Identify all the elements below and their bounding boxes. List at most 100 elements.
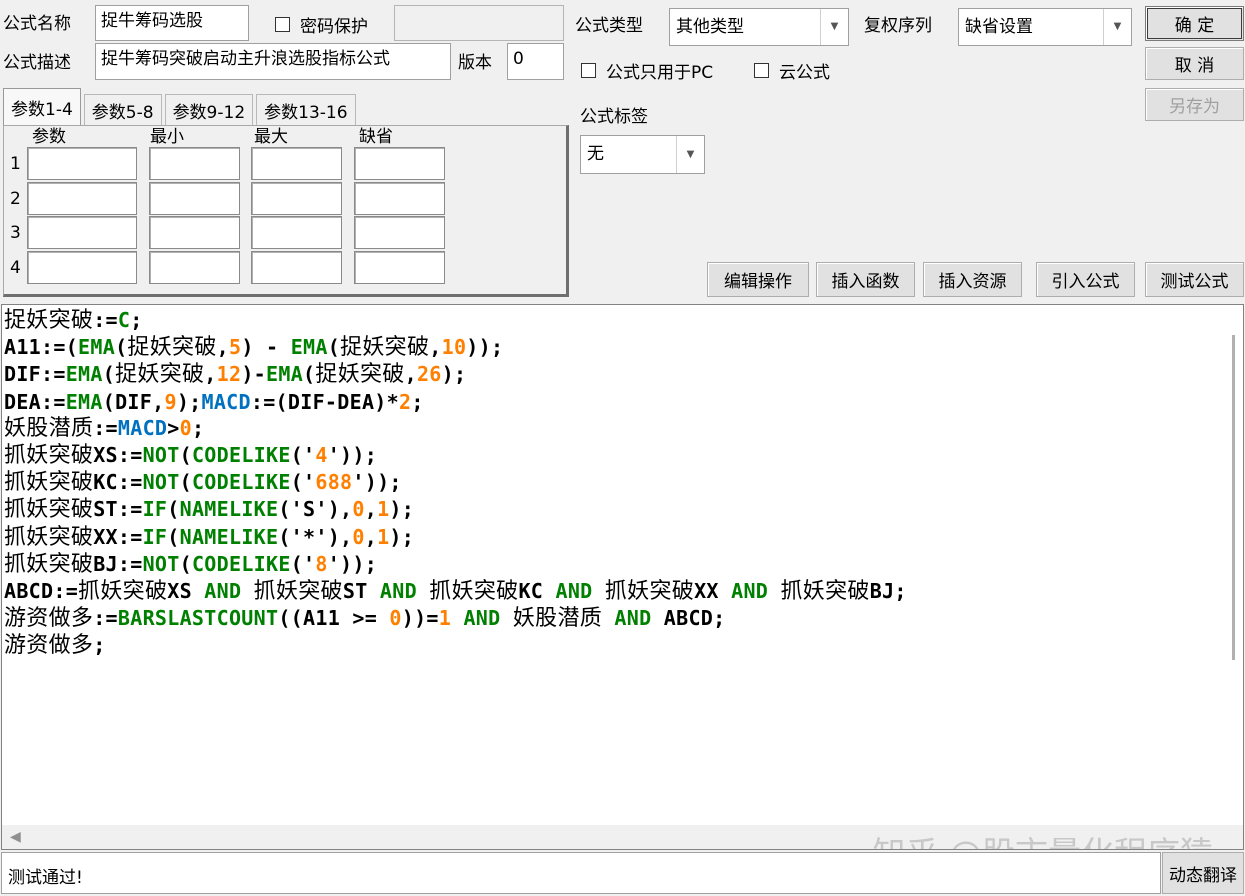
- code-token: CODELIKE: [191, 443, 291, 468]
- param-row-number: 1: [10, 154, 21, 174]
- code-token: 688: [315, 470, 353, 495]
- code-token: 捉妖突破: [4, 308, 94, 333]
- code-token: :=: [93, 308, 118, 332]
- chevron-down-icon[interactable]: ▼: [820, 9, 848, 45]
- code-line[interactable]: A11:=(EMA(捉妖突破,5) - EMA(捉妖突破,10));: [4, 334, 907, 361]
- vertical-scrollbar[interactable]: [1225, 305, 1243, 825]
- code-line[interactable]: 游资做多:=BARSLASTCOUNT((A11 >= 0))=1 AND 妖股…: [4, 605, 907, 632]
- code-token: (': [290, 470, 316, 495]
- tab-params-13-16[interactable]: 参数13-16: [256, 94, 356, 126]
- password-checkbox[interactable]: 密码保护: [275, 12, 368, 37]
- code-token: ,: [429, 335, 442, 360]
- code-line[interactable]: 妖股潜质:=MACD>0;: [4, 415, 907, 442]
- scrollbar-thumb[interactable]: [1232, 335, 1235, 660]
- cloud-formula-checkbox[interactable]: 云公式: [754, 58, 830, 83]
- pc-only-checkbox[interactable]: 公式只用于PC: [581, 58, 713, 83]
- code-line[interactable]: ABCD:=抓妖突破XS AND 抓妖突破ST AND 抓妖突破KC AND 抓…: [4, 578, 907, 605]
- param-max-cell[interactable]: [251, 182, 342, 215]
- import-formula-button[interactable]: 引入公式: [1036, 262, 1135, 297]
- tab-params-5-8[interactable]: 参数5-8: [83, 94, 162, 126]
- insert-resource-button[interactable]: 插入资源: [923, 262, 1022, 297]
- edit-ops-button[interactable]: 编辑操作: [707, 262, 809, 297]
- formula-name-input[interactable]: 捉牛筹码选股: [95, 5, 249, 41]
- code-token: XS:=: [93, 443, 143, 468]
- code-token: 1: [438, 606, 452, 631]
- chevron-down-icon[interactable]: ▼: [1103, 9, 1131, 45]
- code-token: :=(DIF-DEA)*: [250, 389, 399, 414]
- code-line[interactable]: DIF:=EMA(捉妖突破,12)-EMA(捉妖突破,26);: [4, 361, 907, 388]
- code-line[interactable]: 抓妖突破XX:=IF(NAMELIKE('*'),0,1);: [4, 524, 907, 551]
- version-input[interactable]: 0: [507, 43, 564, 80]
- code-token: (: [167, 524, 180, 549]
- param-min-cell[interactable]: [149, 182, 240, 215]
- code-token: 26: [416, 362, 442, 387]
- code-token: C: [117, 308, 131, 332]
- param-max-cell[interactable]: [251, 216, 342, 249]
- code-line[interactable]: 抓妖突破KC:=NOT(CODELIKE('688'));: [4, 469, 907, 496]
- code-token: CODELIKE: [191, 470, 291, 495]
- code-token: )-: [241, 362, 267, 387]
- code-text[interactable]: 捉妖突破:=C; A11:=(EMA(捉妖突破,5) - EMA(捉妖突破,10)…: [4, 307, 907, 660]
- tab-params-9-12[interactable]: 参数9-12: [164, 94, 254, 126]
- code-token: IF: [142, 497, 168, 522]
- pc-only-checkbox-box[interactable]: [581, 63, 596, 78]
- param-name-cell[interactable]: [27, 216, 137, 249]
- tab-params-1-4[interactable]: 参数1-4: [3, 88, 81, 126]
- code-token: XS: [167, 579, 205, 604]
- version-label: 版本: [458, 53, 492, 73]
- code-line[interactable]: 游资做多;: [4, 632, 907, 659]
- password-checkbox-box[interactable]: [275, 17, 290, 32]
- code-line[interactable]: 抓妖突破ST:=IF(NAMELIKE('S'),0,1);: [4, 496, 907, 523]
- code-token: (: [179, 551, 192, 576]
- cancel-button[interactable]: 取 消: [1145, 47, 1244, 80]
- code-token: ))=: [401, 606, 439, 631]
- param-min-cell[interactable]: [149, 216, 240, 249]
- code-editor[interactable]: 捉妖突破:=C; A11:=(EMA(捉妖突破,5) - EMA(捉妖突破,10)…: [1, 304, 1244, 850]
- param-name-cell[interactable]: [27, 251, 137, 284]
- param-max-cell[interactable]: [251, 147, 342, 180]
- code-token: EMA: [65, 389, 103, 414]
- code-token: ABCD;: [651, 606, 726, 631]
- code-token: DEA:=: [4, 389, 66, 414]
- ok-button[interactable]: 确 定: [1145, 6, 1244, 41]
- code-line[interactable]: DEA:=EMA(DIF,9);MACD:=(DIF-DEA)*2;: [4, 389, 907, 415]
- param-min-cell[interactable]: [149, 251, 240, 284]
- param-header-min: 最小: [150, 127, 184, 147]
- param-name-cell[interactable]: [27, 147, 137, 180]
- dynamic-translate-button[interactable]: 动态翻译: [1162, 852, 1244, 894]
- param-default-cell[interactable]: [354, 182, 445, 215]
- code-token: 0: [389, 606, 402, 631]
- code-token: AND: [204, 579, 242, 604]
- param-name-cell[interactable]: [27, 182, 137, 215]
- cloud-formula-checkbox-box[interactable]: [754, 63, 769, 78]
- param-default-cell[interactable]: [354, 216, 445, 249]
- param-max-cell[interactable]: [251, 251, 342, 284]
- code-token: KC: [518, 579, 556, 604]
- formula-desc-label: 公式描述: [3, 53, 71, 73]
- test-formula-button[interactable]: 测试公式: [1145, 262, 1244, 297]
- formula-type-label: 公式类型: [575, 16, 643, 36]
- formula-desc-input[interactable]: 捉牛筹码突破启动主升浪选股指标公式: [95, 43, 451, 80]
- code-line[interactable]: 抓妖突破BJ:=NOT(CODELIKE('8'));: [4, 551, 907, 578]
- code-token: :=: [93, 606, 118, 631]
- param-min-cell[interactable]: [149, 147, 240, 180]
- formula-tag-select[interactable]: 无 ▼: [580, 135, 705, 174]
- code-token: 妖股潜质: [512, 606, 603, 632]
- code-line[interactable]: 捉妖突破:=C;: [4, 307, 907, 334]
- code-line[interactable]: 抓妖突破XS:=NOT(CODELIKE('4'));: [4, 442, 907, 469]
- param-default-cell[interactable]: [354, 147, 445, 180]
- code-token: NOT: [142, 551, 180, 576]
- chevron-down-icon[interactable]: ▼: [676, 136, 704, 173]
- formula-type-select[interactable]: 其他类型 ▼: [669, 8, 849, 46]
- code-token: 抓妖突破: [253, 579, 343, 605]
- scroll-left-icon[interactable]: ◀: [10, 829, 21, 845]
- code-token: '));: [327, 551, 378, 576]
- code-token: BJ;: [869, 579, 907, 604]
- save-as-button: 另存为: [1145, 88, 1244, 121]
- insert-function-button[interactable]: 插入函数: [816, 262, 915, 297]
- rights-series-select[interactable]: 缺省设置 ▼: [958, 8, 1132, 46]
- code-token: 0: [352, 497, 365, 522]
- param-default-cell[interactable]: [354, 251, 445, 284]
